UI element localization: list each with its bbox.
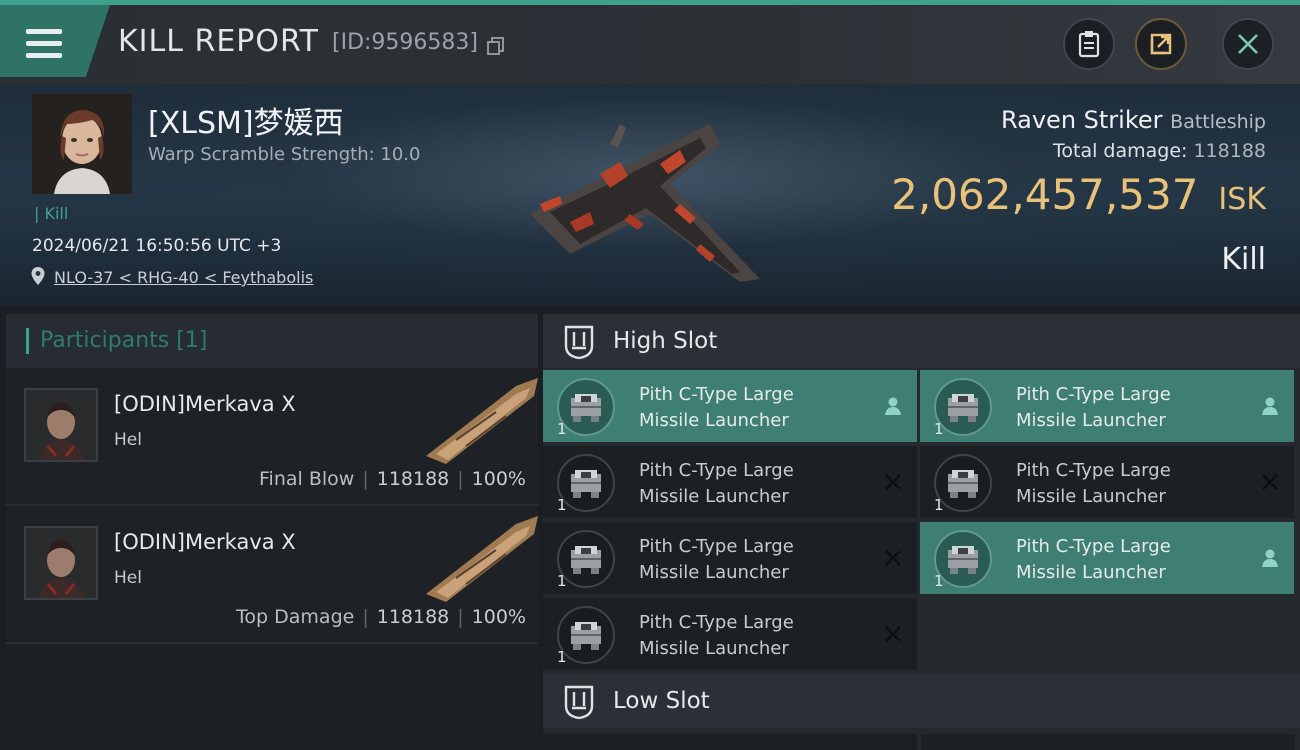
module-card[interactable]: 1 Pith C-Type Large Missile Launcher bbox=[920, 370, 1294, 442]
kill-outcome: Kill bbox=[1221, 242, 1266, 277]
kill-datetime: 2024/06/21 16:50:56 UTC +3 bbox=[32, 236, 282, 256]
module-card[interactable]: 1 Pith C-Type Large Missile Launcher bbox=[543, 370, 917, 442]
participant-stats: Final Blow | 118188 | 100% bbox=[259, 468, 526, 490]
participant-ship: Hel bbox=[114, 430, 142, 450]
ship-render bbox=[530, 124, 760, 282]
high-slot-header: High Slot bbox=[543, 314, 1300, 368]
hamburger-menu-icon[interactable] bbox=[26, 29, 62, 59]
module-card[interactable]: 1 Pith C-Type Large Missile Launcher bbox=[543, 446, 917, 518]
participants-panel: Participants [1] [ODIN]Merkava X Hel Fin… bbox=[6, 314, 538, 750]
low-slot-header: Low Slot bbox=[543, 674, 1300, 728]
module-quantity: 1 bbox=[557, 420, 567, 438]
participant-avatar[interactable] bbox=[24, 526, 98, 600]
fitting-panel: High Slot 1 Pith C-Type Large Missile Lau… bbox=[543, 314, 1300, 750]
module-quantity: 1 bbox=[557, 572, 567, 590]
participant-name[interactable]: [ODIN]Merkava X bbox=[114, 530, 296, 554]
module-quantity: 1 bbox=[557, 496, 567, 514]
participant-percent: 100% bbox=[471, 468, 526, 490]
high-slot-title: High Slot bbox=[613, 328, 718, 354]
total-damage: Total damage: 118188 bbox=[1053, 140, 1266, 162]
module-card[interactable]: 1 Pith C-Type Large Missile Launcher bbox=[543, 522, 917, 594]
participant-stats: Top Damage | 118188 | 100% bbox=[236, 606, 526, 628]
pilot-icon bbox=[881, 394, 905, 418]
close-icon bbox=[881, 622, 905, 646]
victim-avatar[interactable] bbox=[32, 94, 132, 194]
close-icon bbox=[1238, 34, 1258, 54]
high-slot-icon bbox=[564, 325, 594, 360]
share-icon bbox=[1150, 33, 1172, 55]
module-name: Pith C-Type Large Missile Launcher bbox=[639, 536, 794, 583]
module-name: Pith C-Type Large Missile Launcher bbox=[1016, 460, 1171, 507]
report-id: [ID:9596583] bbox=[332, 30, 478, 55]
participant-row[interactable]: [ODIN]Merkava X Hel Top Damage | 118188 | 10… bbox=[6, 508, 538, 644]
participants-title: Participants [1] bbox=[40, 328, 208, 353]
top-bar: KILL REPORT [ID:9596583] bbox=[0, 0, 1300, 84]
location-link[interactable]: NLO-37 < RHG-40 < Feythabolis bbox=[54, 268, 313, 287]
ship-render bbox=[426, 516, 538, 602]
close-icon bbox=[1258, 470, 1282, 494]
participant-role: Final Blow bbox=[259, 468, 355, 490]
module-quantity: 1 bbox=[934, 572, 944, 590]
module-name: Pith C-Type Large Missile Launcher bbox=[639, 612, 794, 659]
module-name: Pith C-Type Large Missile Launcher bbox=[639, 384, 794, 431]
isk-value: 2,062,457,537 ISK bbox=[891, 170, 1266, 219]
participant-percent: 100% bbox=[471, 606, 526, 628]
copy-icon[interactable] bbox=[486, 36, 506, 56]
module-card[interactable]: 1 Pith C-Type Large Missile Launcher bbox=[920, 522, 1294, 594]
module-card[interactable] bbox=[921, 734, 1295, 750]
participant-name[interactable]: [ODIN]Merkava X bbox=[114, 392, 296, 416]
warp-scramble-stat: Warp Scramble Strength: 10.0 bbox=[148, 144, 421, 165]
ship-name[interactable]: Raven Striker Battleship bbox=[1001, 106, 1266, 134]
participant-ship: Hel bbox=[114, 568, 142, 588]
pilot-icon bbox=[1258, 394, 1282, 418]
module-card[interactable]: 1 Pith C-Type Large Missile Launcher bbox=[920, 446, 1294, 518]
module-name: Pith C-Type Large Missile Launcher bbox=[639, 460, 794, 507]
page-title: KILL REPORT bbox=[118, 24, 319, 59]
low-slot-title: Low Slot bbox=[613, 688, 710, 714]
module-card[interactable]: 1 Pith C-Type Large Missile Launcher bbox=[543, 598, 917, 670]
victim-name[interactable]: [XLSM]梦媛西 bbox=[148, 98, 344, 142]
location-pin-icon bbox=[31, 267, 45, 285]
clipboard-button[interactable] bbox=[1063, 18, 1115, 70]
share-button[interactable] bbox=[1135, 18, 1187, 70]
ship-render bbox=[426, 378, 538, 464]
module-name: Pith C-Type Large Missile Launcher bbox=[1016, 384, 1171, 431]
participant-role: Top Damage bbox=[236, 606, 355, 628]
participant-avatar[interactable] bbox=[24, 388, 98, 462]
module-quantity: 1 bbox=[934, 496, 944, 514]
participant-damage: 118188 bbox=[376, 468, 450, 490]
low-slot-icon bbox=[564, 685, 594, 720]
menu-button[interactable] bbox=[0, 5, 110, 77]
participant-row[interactable]: [ODIN]Merkava X Hel Final Blow | 118188 | 10… bbox=[6, 370, 538, 506]
module-name: Pith C-Type Large Missile Launcher bbox=[1016, 536, 1171, 583]
clipboard-icon bbox=[1078, 31, 1100, 58]
close-icon bbox=[881, 546, 905, 570]
pilot-icon bbox=[1258, 546, 1282, 570]
close-button[interactable] bbox=[1222, 18, 1274, 70]
kill-tag: | Kill bbox=[34, 204, 69, 223]
module-card[interactable] bbox=[543, 734, 917, 750]
victim-panel: [XLSM]梦媛西 Warp Scramble Strength: 10.0 |… bbox=[0, 84, 1300, 306]
participants-header: Participants [1] bbox=[6, 314, 538, 368]
accent-line bbox=[0, 0, 1300, 5]
close-icon bbox=[881, 470, 905, 494]
module-quantity: 1 bbox=[934, 420, 944, 438]
module-quantity: 1 bbox=[557, 648, 567, 666]
participant-damage: 118188 bbox=[376, 606, 450, 628]
